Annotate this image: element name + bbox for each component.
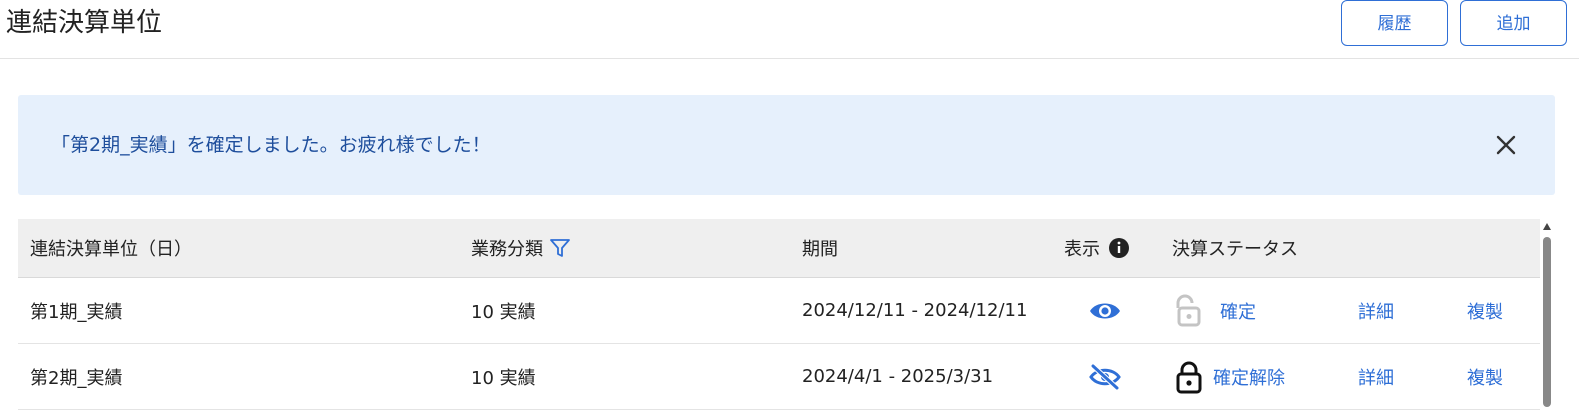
detail-link[interactable]: 詳細: [1358, 278, 1394, 343]
unit-cell: 第1期_実績: [30, 301, 123, 323]
column-header-display-label: 表示: [1064, 239, 1100, 260]
copy-link[interactable]: 複製: [1467, 278, 1503, 343]
info-icon[interactable]: [1108, 237, 1130, 259]
scroll-thumb[interactable]: [1543, 237, 1551, 407]
history-button[interactable]: 履歴: [1341, 0, 1448, 46]
table-header: 連結決算単位（日） 業務分類 期間 表示 決算ステータス: [18, 219, 1540, 278]
unconfirm-link[interactable]: 確定解除: [1213, 344, 1285, 409]
filter-icon[interactable]: [549, 237, 571, 259]
table-row: 第1期_実績 10 実績 2024/12/11 - 2024/12/11 確定 …: [18, 278, 1540, 344]
lock-icon: [1174, 344, 1204, 409]
success-alert: 「第2期_実績」を確定しました。お疲れ様でした！: [18, 95, 1555, 195]
close-icon[interactable]: [1493, 132, 1519, 158]
category-cell: 10 実績: [471, 301, 536, 323]
column-header-display: 表示: [1064, 219, 1130, 277]
consolidation-table: 連結決算単位（日） 業務分類 期間 表示 決算ステータス 第1期_実績 10 実…: [18, 219, 1540, 410]
confirm-link[interactable]: 確定: [1220, 278, 1256, 343]
eye-off-icon[interactable]: [1088, 344, 1122, 409]
column-header-category: 業務分類: [471, 219, 571, 277]
detail-link[interactable]: 詳細: [1358, 344, 1394, 409]
page-title: 連結決算単位: [6, 8, 163, 38]
alert-message: 「第2期_実績」を確定しました。お疲れ様でした！: [51, 134, 491, 156]
unlock-icon: [1172, 278, 1204, 343]
column-header-category-label: 業務分類: [471, 239, 543, 260]
scroll-up-arrow-icon[interactable]: [1543, 223, 1551, 230]
column-header-period: 期間: [802, 239, 838, 260]
column-header-status: 決算ステータス: [1172, 239, 1298, 260]
page-header: 連結決算単位 履歴 追加: [0, 0, 1579, 59]
add-button[interactable]: 追加: [1460, 0, 1567, 46]
vertical-scrollbar[interactable]: [1541, 219, 1553, 407]
column-header-unit: 連結決算単位（日）: [30, 239, 192, 260]
period-cell: 2024/4/1 - 2025/3/31: [802, 366, 994, 387]
copy-link[interactable]: 複製: [1467, 344, 1503, 409]
unit-cell: 第2期_実績: [30, 367, 123, 389]
period-cell: 2024/12/11 - 2024/12/11: [802, 300, 1028, 321]
eye-icon[interactable]: [1088, 278, 1122, 343]
table-row: 第2期_実績 10 実績 2024/4/1 - 2025/3/31 確定解除 詳…: [18, 344, 1540, 410]
category-cell: 10 実績: [471, 367, 536, 389]
